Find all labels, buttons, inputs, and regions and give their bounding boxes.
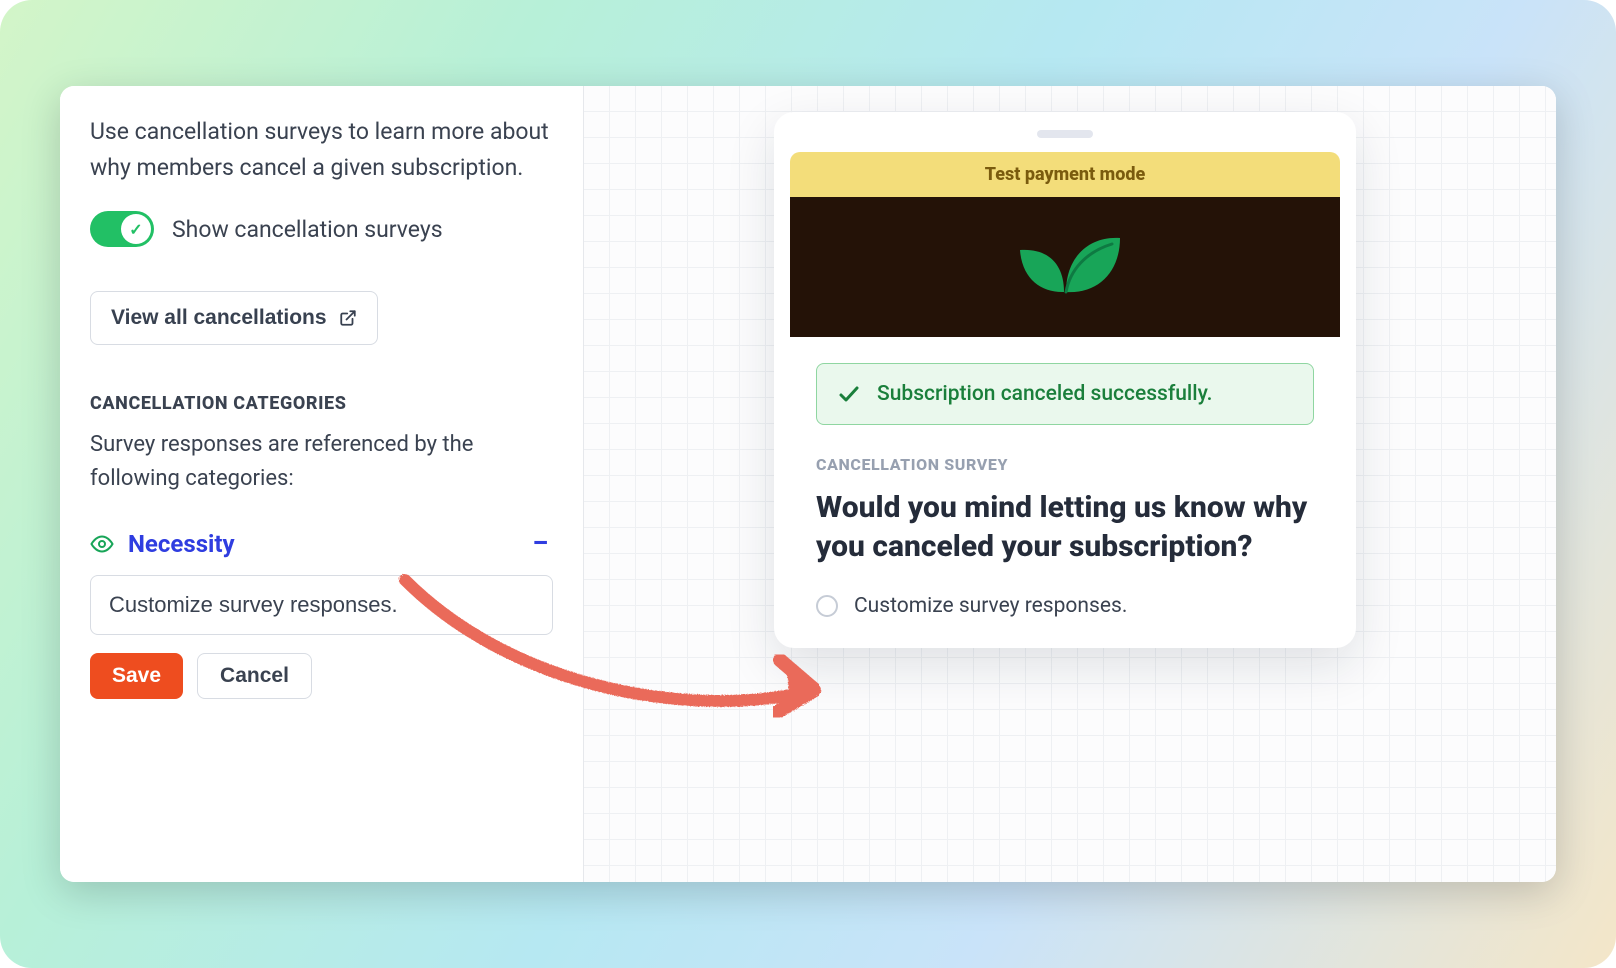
- view-all-label: View all cancellations: [111, 306, 327, 330]
- toggle-row: ✓ Show cancellation surveys: [90, 211, 553, 247]
- category-name: Necessity: [128, 530, 518, 558]
- preview-content: Subscription canceled successfully. CANC…: [790, 337, 1340, 628]
- left-column: Use cancellation surveys to learn more a…: [60, 86, 584, 882]
- brand-hero: [790, 197, 1340, 337]
- save-button[interactable]: Save: [90, 653, 183, 699]
- toggle-label: Show cancellation surveys: [172, 216, 443, 243]
- leaf-logo-icon: [1000, 222, 1130, 312]
- button-row: Save Cancel: [90, 653, 553, 699]
- survey-response-input[interactable]: [90, 575, 553, 635]
- toggle-knob: ✓: [121, 214, 151, 244]
- device-preview: Test payment mode Subs: [774, 112, 1356, 648]
- radio-icon[interactable]: [816, 595, 838, 617]
- view-all-cancellations-button[interactable]: View all cancellations: [90, 291, 378, 345]
- device-speaker: [1037, 130, 1093, 138]
- survey-title: Would you mind letting us know why you c…: [816, 488, 1314, 566]
- survey-option-row[interactable]: Customize survey responses.: [816, 594, 1314, 618]
- test-mode-banner: Test payment mode: [790, 152, 1340, 197]
- option-text: Customize survey responses.: [854, 594, 1127, 618]
- preview-inner: Test payment mode Subs: [790, 152, 1340, 628]
- collapse-icon[interactable]: −: [532, 526, 553, 561]
- checkmark-icon: [837, 382, 861, 406]
- categories-heading: CANCELLATION CATEGORIES: [90, 393, 553, 414]
- show-surveys-toggle[interactable]: ✓: [90, 211, 154, 247]
- success-alert: Subscription canceled successfully.: [816, 363, 1314, 425]
- category-row[interactable]: Necessity −: [90, 526, 553, 561]
- settings-panel: Use cancellation surveys to learn more a…: [60, 86, 1556, 882]
- cancel-button[interactable]: Cancel: [197, 653, 312, 699]
- intro-text: Use cancellation surveys to learn more a…: [90, 114, 553, 185]
- page-background: Use cancellation surveys to learn more a…: [0, 0, 1616, 968]
- success-text: Subscription canceled successfully.: [877, 382, 1212, 406]
- preview-pane: Test payment mode Subs: [584, 86, 1556, 882]
- categories-subtext: Survey responses are referenced by the f…: [90, 428, 553, 496]
- eye-icon: [90, 532, 114, 556]
- external-link-icon: [339, 309, 357, 327]
- check-icon: ✓: [129, 220, 142, 239]
- survey-label: CANCELLATION SURVEY: [816, 455, 1314, 474]
